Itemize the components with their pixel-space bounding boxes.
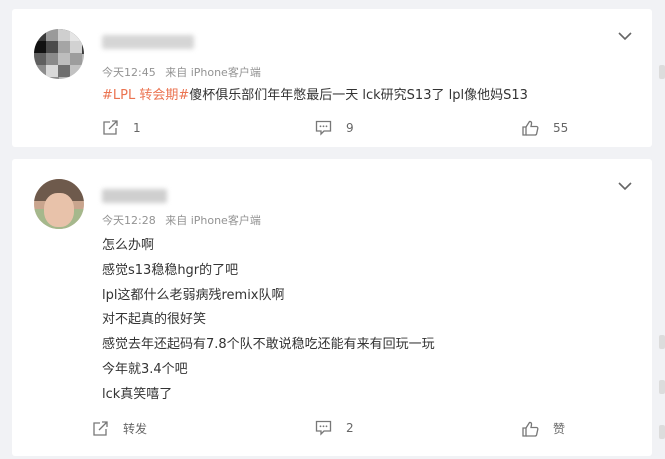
post-line: 对不起真的很好笑: [102, 312, 207, 327]
comment-icon: [315, 120, 332, 136]
comment-button[interactable]: 9: [315, 120, 354, 136]
comment-button[interactable]: 2: [315, 420, 354, 436]
post-body: 傻杯俱乐部们年年憋最后一天 lck研究S13了 lpl像他妈S13: [189, 88, 528, 103]
avatar-pixel: [58, 53, 70, 65]
edge-mark: [659, 380, 665, 394]
avatar-pixel: [58, 65, 70, 77]
avatar-face: [44, 193, 74, 227]
like-label: 赞: [553, 422, 566, 436]
post-meta: 今天12:45 来自 iPhone客户端: [102, 64, 267, 80]
username-redacted[interactable]: [102, 35, 194, 49]
repost-count: 1: [133, 121, 141, 135]
post-line: 感觉去年还起码有7.8个队不敢说稳吃还能有来有回玩一玩: [102, 337, 435, 352]
comment-count: 2: [346, 421, 354, 435]
post-meta: 今天12:28 来自 iPhone客户端: [102, 212, 267, 228]
avatar-pixel: [34, 65, 46, 77]
repost-icon: [103, 120, 118, 135]
post-line: lck真笑嘻了: [102, 387, 173, 402]
avatar-pixel: [58, 41, 70, 53]
post-text: #LPL 转会期#傻杯俱乐部们年年憋最后一天 lck研究S13了 lpl像他妈S…: [102, 84, 528, 103]
post-card: 今天12:28 来自 iPhone客户端 怎么办啊 感觉s13稳稳hgr的了吧 …: [12, 159, 652, 456]
like-icon: [522, 421, 539, 437]
post-card: 今天12:45 来自 iPhone客户端 #LPL 转会期#傻杯俱乐部们年年憋最…: [12, 9, 652, 147]
comment-icon: [315, 420, 332, 436]
post-line: 今年就3.4个吧: [102, 362, 188, 377]
repost-icon: [93, 420, 108, 436]
repost-button[interactable]: 1: [102, 120, 141, 136]
edge-mark: [659, 65, 665, 79]
edge-mark: [659, 335, 665, 349]
username-redacted[interactable]: [102, 189, 167, 203]
comment-count: 9: [346, 121, 354, 135]
avatar[interactable]: [34, 179, 84, 229]
avatar-pixel: [34, 29, 46, 41]
repost-label: 转发: [123, 422, 148, 436]
avatar-pixel: [70, 29, 82, 41]
avatar-pixel: [34, 41, 46, 53]
post-time[interactable]: 今天12:28: [102, 214, 156, 227]
like-count: 55: [553, 121, 569, 135]
like-icon: [522, 120, 539, 136]
topic-link[interactable]: #LPL 转会期#: [102, 88, 189, 103]
post-line: 感觉s13稳稳hgr的了吧: [102, 263, 239, 278]
avatar-pixel: [70, 41, 82, 53]
post-line: lpl这都什么老弱病残remix队啊: [102, 288, 285, 303]
like-button[interactable]: 55: [522, 120, 568, 136]
post-source: 来自 iPhone客户端: [165, 214, 261, 227]
post-line: 怎么办啊: [102, 238, 155, 253]
post-source: 来自 iPhone客户端: [165, 66, 261, 79]
post-time[interactable]: 今天12:45: [102, 66, 156, 79]
chevron-down-icon[interactable]: [618, 31, 632, 41]
chevron-down-icon[interactable]: [618, 181, 632, 191]
avatar-pixel: [46, 53, 58, 65]
scroll-edge: [657, 0, 665, 459]
repost-button[interactable]: 转发: [92, 420, 147, 437]
avatar-pixel: [58, 29, 70, 41]
like-button[interactable]: 赞: [522, 420, 565, 437]
avatar[interactable]: [34, 29, 84, 79]
avatar-pixel: [70, 65, 82, 77]
avatar-pixel: [70, 53, 82, 65]
avatar-pixel: [46, 29, 58, 41]
avatar-pixel: [46, 65, 58, 77]
edge-mark: [659, 425, 665, 439]
avatar-pixel: [34, 53, 46, 65]
avatar-pixel: [46, 41, 58, 53]
